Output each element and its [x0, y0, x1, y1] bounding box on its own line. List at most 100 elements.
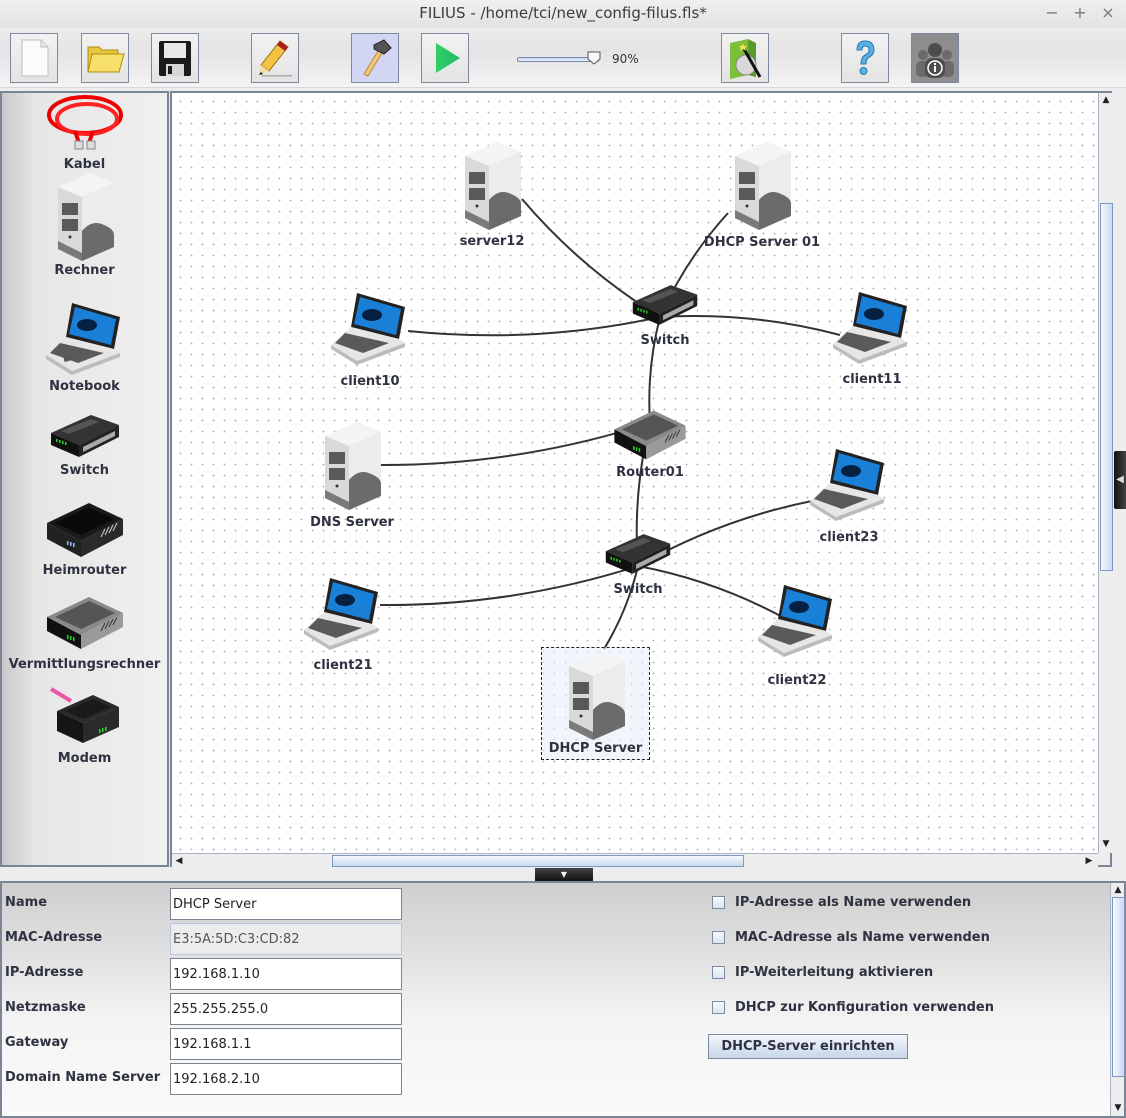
open-button[interactable] — [81, 33, 129, 83]
network-node-switch2[interactable]: Switch — [600, 530, 676, 600]
design-mode-button[interactable] — [351, 33, 399, 83]
node-label: client22 — [767, 673, 827, 688]
field-ip-adresse[interactable] — [170, 958, 402, 990]
documentation-button[interactable] — [251, 33, 299, 83]
palette-label: Rechner — [54, 263, 115, 278]
cable-client10-switch1[interactable] — [407, 316, 661, 337]
network-node-dhcp01[interactable]: DHCP Server 01 — [702, 138, 822, 250]
server-icon — [325, 422, 381, 510]
field-label: MAC-Adresse — [5, 930, 103, 945]
field-name[interactable] — [170, 888, 402, 920]
network-node-client23[interactable]: client23 — [806, 445, 892, 545]
palette-label: Switch — [59, 463, 109, 478]
checkbox[interactable] — [712, 966, 725, 979]
checkbox[interactable] — [712, 1001, 725, 1014]
scroll-left-button[interactable]: ◀ — [172, 854, 186, 868]
node-label: DNS Server — [310, 515, 394, 530]
option-checkbox-row[interactable]: DHCP zur Konfiguration verwenden — [712, 1000, 994, 1015]
palette-label: Modem — [57, 751, 112, 766]
option-checkbox-row[interactable]: IP-Weiterleitung aktivieren — [712, 965, 933, 980]
collapse-properties-panel-button[interactable]: ▼ — [535, 868, 593, 881]
router-icon — [614, 410, 686, 460]
folder-open-icon — [87, 46, 125, 73]
router-icon — [46, 597, 123, 649]
field-domain-name-server[interactable] — [170, 1063, 402, 1095]
node-label: client23 — [819, 530, 879, 545]
checkbox[interactable] — [712, 931, 725, 944]
question-icon — [856, 40, 875, 75]
network-canvas[interactable]: server12 DHCP Server 01 Switch client10 clie… — [172, 93, 1098, 853]
palette-label: Heimrouter — [42, 563, 127, 578]
field-label: Gateway — [5, 1035, 69, 1050]
maximize-button[interactable]: + — [1071, 3, 1089, 22]
option-checkbox-row[interactable]: IP-Adresse als Name verwenden — [712, 895, 971, 910]
server-icon — [465, 142, 521, 230]
network-node-dhcp[interactable]: DHCP Server — [541, 647, 650, 760]
field-netzmaske[interactable] — [170, 993, 402, 1025]
save-button[interactable] — [151, 33, 199, 83]
canvas-vertical-scrollbar[interactable]: ▲ ▼ — [1098, 93, 1114, 853]
checkbox-label: MAC-Adresse als Name verwenden — [735, 930, 990, 945]
server-icon — [57, 173, 114, 261]
switch-icon — [605, 534, 671, 574]
checkbox-label: DHCP zur Konfiguration verwenden — [735, 1000, 994, 1015]
wizard-button[interactable] — [721, 33, 769, 83]
laptop-icon — [45, 303, 120, 375]
minimize-button[interactable]: − — [1043, 3, 1061, 22]
network-node-switch1[interactable]: Switch — [627, 281, 703, 351]
palette-item-notebook[interactable]: Notebook — [2, 299, 167, 394]
info-people-icon — [916, 43, 954, 78]
canvas-horizontal-scrollbar[interactable]: ◀ ▶ — [172, 853, 1098, 867]
properties-scroll-thumb[interactable] — [1112, 897, 1125, 1077]
component-palette: Kabel Rechner Notebook Switch Heimrouter… — [0, 91, 169, 867]
zoom-slider[interactable] — [517, 51, 601, 65]
laptop-icon — [304, 578, 378, 650]
node-label: DHCP Server 01 — [703, 235, 821, 250]
network-node-router01[interactable]: Router01 — [609, 405, 691, 485]
new-file-button[interactable] — [10, 33, 58, 83]
checkbox[interactable] — [712, 896, 725, 909]
zoom-slider-thumb[interactable] — [587, 51, 601, 65]
network-node-client22[interactable]: client22 — [754, 581, 840, 688]
dhcp-server-setup-button[interactable]: DHCP-Server einrichten — [708, 1034, 908, 1059]
palette-item-computer[interactable]: Rechner — [2, 169, 167, 278]
scroll-right-button[interactable]: ▶ — [1082, 854, 1096, 868]
laptop-icon — [810, 449, 884, 521]
scroll-down-button[interactable]: ▼ — [1099, 837, 1113, 851]
play-icon — [436, 43, 460, 73]
info-button[interactable] — [911, 33, 959, 83]
canvas-vertical-scroll-thumb[interactable] — [1100, 203, 1113, 571]
help-button[interactable] — [841, 33, 889, 83]
network-canvas-pane: server12 DHCP Server 01 Switch client10 clie… — [170, 91, 1114, 867]
simulation-mode-button[interactable] — [421, 33, 469, 83]
properties-vertical-scrollbar[interactable]: ▲ ▼ — [1110, 883, 1125, 1116]
home-router-icon — [46, 503, 123, 557]
checkbox-label: IP-Adresse als Name verwenden — [735, 895, 972, 910]
field-label: Netzmaske — [5, 1000, 86, 1015]
palette-item-switch[interactable]: Switch — [2, 411, 167, 478]
modem-icon — [49, 687, 119, 743]
field-gateway[interactable] — [170, 1028, 402, 1060]
scroll-up-button[interactable]: ▲ — [1099, 93, 1113, 107]
option-checkbox-row[interactable]: MAC-Adresse als Name verwenden — [712, 930, 990, 945]
field-label: IP-Adresse — [5, 965, 84, 980]
node-label: server12 — [459, 234, 525, 249]
node-label: client11 — [842, 372, 902, 387]
floppy-save-icon — [159, 41, 191, 76]
collapse-right-panel-button[interactable]: ◀ — [1114, 451, 1126, 509]
network-node-client10[interactable]: client10 — [327, 289, 413, 389]
palette-item-modem[interactable]: Modem — [2, 685, 167, 766]
network-node-dns[interactable]: DNS Server — [307, 418, 397, 530]
canvas-horizontal-scroll-thumb[interactable] — [332, 855, 744, 867]
network-node-client11[interactable]: client11 — [829, 288, 915, 388]
network-node-client21[interactable]: client21 — [300, 574, 386, 674]
close-button[interactable]: × — [1099, 3, 1117, 22]
props-scroll-down-button[interactable]: ▼ — [1111, 1101, 1125, 1115]
palette-item-cable[interactable]: Kabel — [2, 93, 167, 172]
props-scroll-up-button[interactable]: ▲ — [1111, 883, 1125, 897]
palette-item-home-router[interactable]: Heimrouter — [2, 497, 167, 578]
network-node-server12[interactable]: server12 — [457, 138, 527, 249]
switch-icon — [50, 415, 119, 457]
server-icon — [735, 142, 791, 230]
palette-item-router[interactable]: Vermittlungsrechner — [2, 591, 167, 672]
